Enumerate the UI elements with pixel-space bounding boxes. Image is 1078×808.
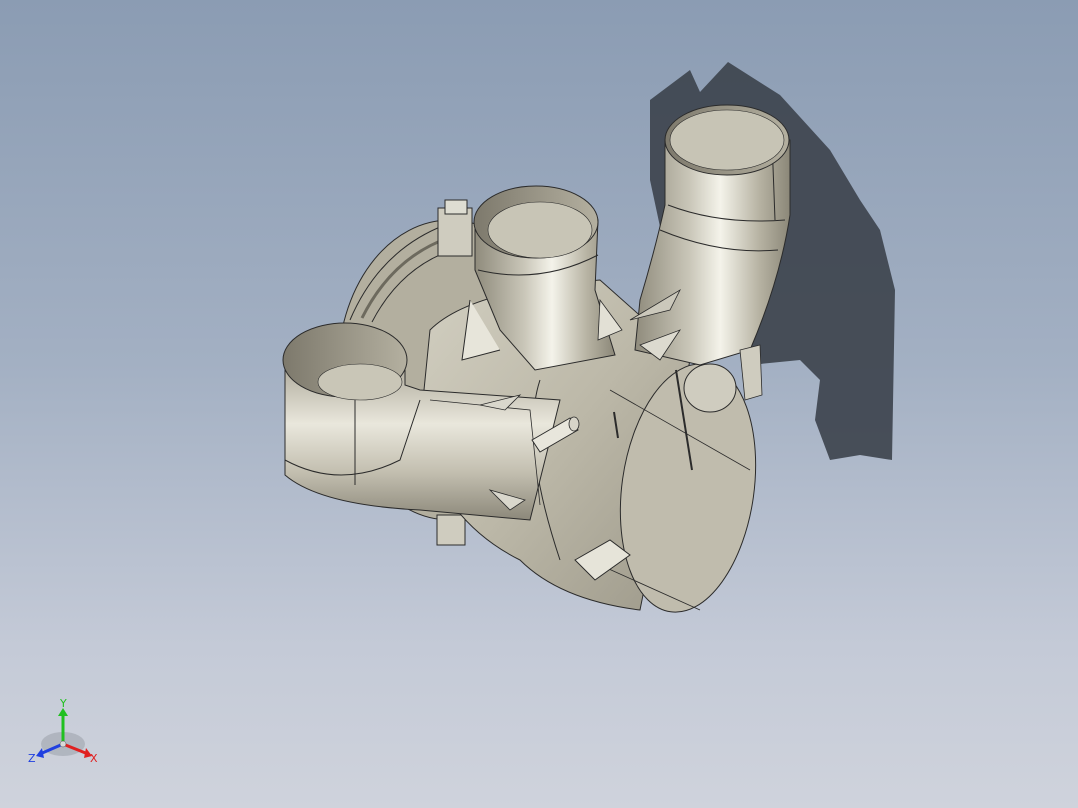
z-axis-arrowhead (36, 748, 44, 758)
orientation-triad[interactable]: Y X Z (26, 694, 106, 770)
z-axis-label: Z (28, 752, 36, 765)
y-axis-label: Y (59, 697, 67, 710)
cad-3d-viewport[interactable]: Y X Z (0, 0, 1078, 808)
model-3d-assembly[interactable] (0, 0, 1078, 808)
x-axis-label: X (90, 752, 98, 765)
triad-origin (59, 740, 67, 748)
